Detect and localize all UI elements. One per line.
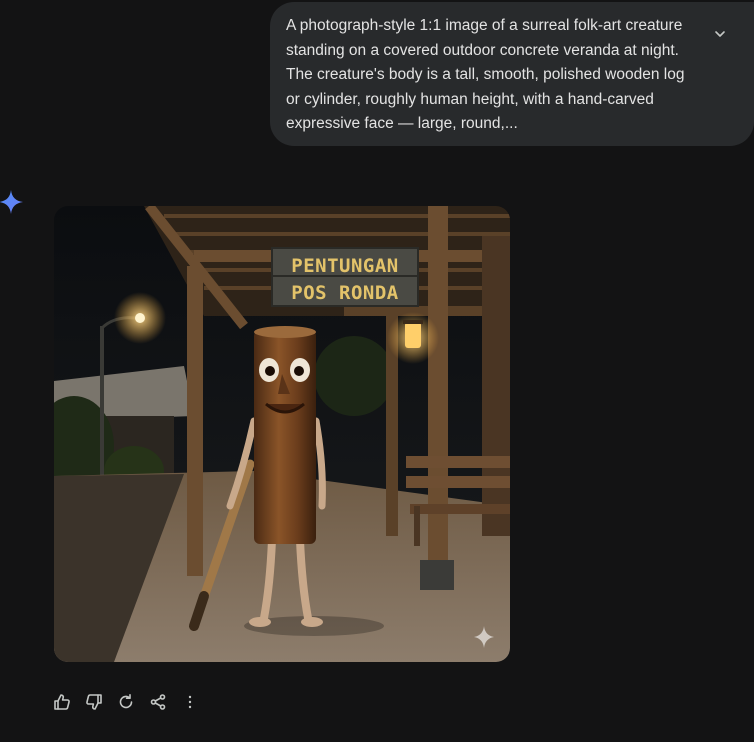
sign-line-2: POS RONDA bbox=[291, 282, 399, 304]
generated-image[interactable]: PENTUNGAN POS RONDA bbox=[54, 206, 510, 662]
regenerate-icon bbox=[119, 694, 133, 709]
more-options-button[interactable] bbox=[178, 688, 202, 716]
response-actions bbox=[50, 688, 202, 716]
user-prompt-text: A photograph-style 1:1 image of a surrea… bbox=[286, 17, 685, 133]
expand-prompt-button[interactable] bbox=[708, 22, 732, 46]
chevron-down-icon bbox=[715, 31, 725, 37]
sign-line-1: PENTUNGAN bbox=[291, 255, 398, 277]
share-button[interactable] bbox=[146, 688, 170, 716]
user-message-bubble: A photograph-style 1:1 image of a surrea… bbox=[270, 2, 754, 146]
gemini-sparkle-icon bbox=[0, 190, 23, 214]
thumbs-up-icon bbox=[54, 694, 70, 710]
share-icon bbox=[150, 694, 166, 710]
thumbs-down-icon bbox=[86, 694, 102, 710]
thumbs-up-button[interactable] bbox=[50, 688, 74, 716]
regenerate-button[interactable] bbox=[114, 688, 138, 716]
more-options-icon bbox=[188, 695, 192, 709]
thumbs-down-button[interactable] bbox=[82, 688, 106, 716]
